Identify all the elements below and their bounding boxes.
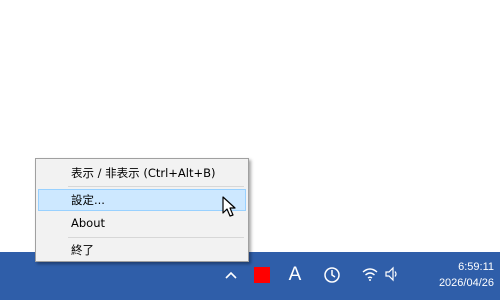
- ime-mode-label: A: [288, 264, 302, 285]
- menu-item-exit[interactable]: 終了: [38, 239, 246, 261]
- menu-item-label: 設定...: [71, 193, 105, 207]
- clock-time: 6:59:11: [458, 261, 494, 273]
- speaker-icon[interactable]: [384, 266, 400, 282]
- menu-item-label: 表示 / 非表示 (Ctrl+Alt+B): [71, 166, 216, 180]
- chevron-up-icon[interactable]: [222, 266, 240, 284]
- menu-separator: [68, 237, 244, 238]
- ime-mode-icon[interactable]: A: [286, 263, 304, 287]
- red-square-icon[interactable]: [254, 267, 270, 283]
- mouse-cursor-icon: [222, 196, 236, 217]
- context-menu: 表示 / 非表示 (Ctrl+Alt+B) 設定... About 終了: [35, 158, 249, 262]
- taskbar-clock[interactable]: 6:59:11 2026/04/26: [414, 259, 494, 291]
- menu-item-label: About: [71, 216, 106, 230]
- wifi-icon[interactable]: [361, 266, 379, 282]
- menu-separator: [68, 186, 244, 187]
- menu-item-label: 終了: [71, 243, 94, 257]
- clock-date: 2026/04/26: [438, 277, 494, 289]
- menu-item-about[interactable]: About: [38, 212, 246, 234]
- sync-clock-icon[interactable]: [323, 266, 341, 284]
- menu-item-settings[interactable]: 設定...: [38, 189, 246, 211]
- menu-item-show-hide[interactable]: 表示 / 非表示 (Ctrl+Alt+B): [38, 162, 246, 184]
